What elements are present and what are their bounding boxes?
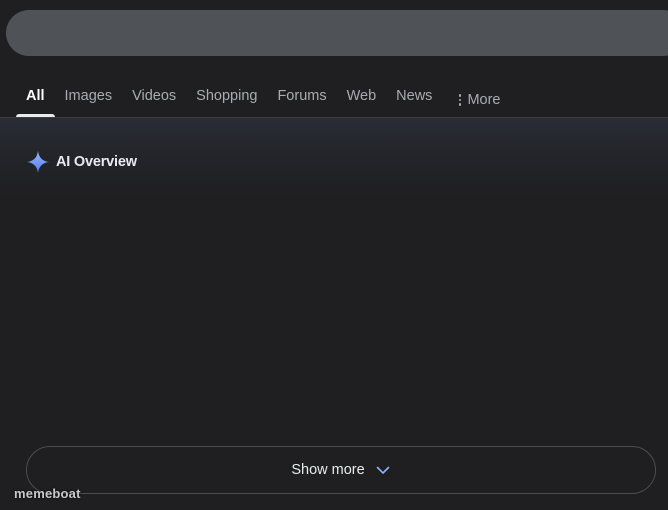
tab-shopping[interactable]: Shopping — [186, 82, 267, 112]
search-input[interactable] — [6, 10, 668, 56]
show-more-button[interactable]: Show more — [26, 446, 656, 494]
tab-images[interactable]: Images — [55, 82, 123, 112]
watermark-text: memeboat — [14, 486, 81, 501]
tab-more-label: More — [467, 92, 501, 108]
tab-forums[interactable]: Forums — [267, 82, 336, 112]
tab-all[interactable]: All — [16, 82, 55, 117]
gemini-sparkle-icon — [27, 151, 49, 173]
chevron-down-icon — [376, 466, 389, 474]
search-tabs: All Images Videos Shopping Forums Web Ne… — [16, 82, 510, 118]
tab-videos[interactable]: Videos — [122, 82, 186, 112]
tab-news[interactable]: News — [386, 82, 442, 112]
kebab-vertical-icon — [458, 94, 462, 106]
tab-web[interactable]: Web — [337, 82, 387, 112]
search-results-page: All Images Videos Shopping Forums Web Ne… — [0, 0, 668, 510]
ai-overview-title: AI Overview — [56, 154, 137, 170]
ai-overview-header: AI Overview — [26, 150, 137, 174]
show-more-label: Show more — [291, 462, 365, 478]
tab-more[interactable]: More — [448, 82, 510, 112]
